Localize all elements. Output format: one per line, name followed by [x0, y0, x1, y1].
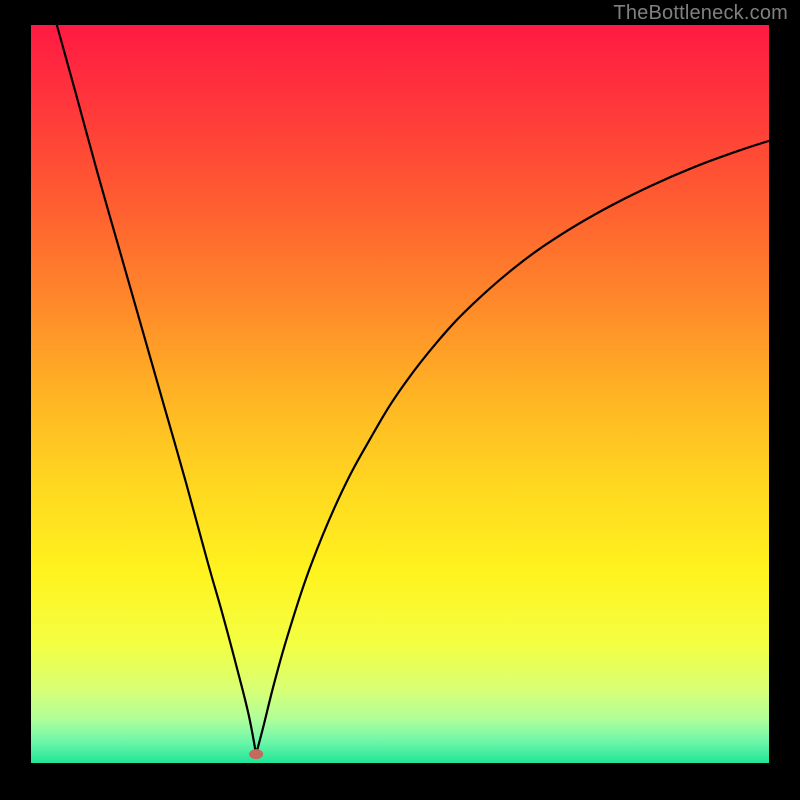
gradient-background — [31, 25, 769, 763]
bottleneck-chart — [0, 0, 800, 800]
watermark-text: TheBottleneck.com — [613, 2, 788, 25]
minimum-marker — [249, 749, 263, 759]
chart-root: { "watermark": "TheBottleneck.com", "col… — [0, 0, 800, 800]
